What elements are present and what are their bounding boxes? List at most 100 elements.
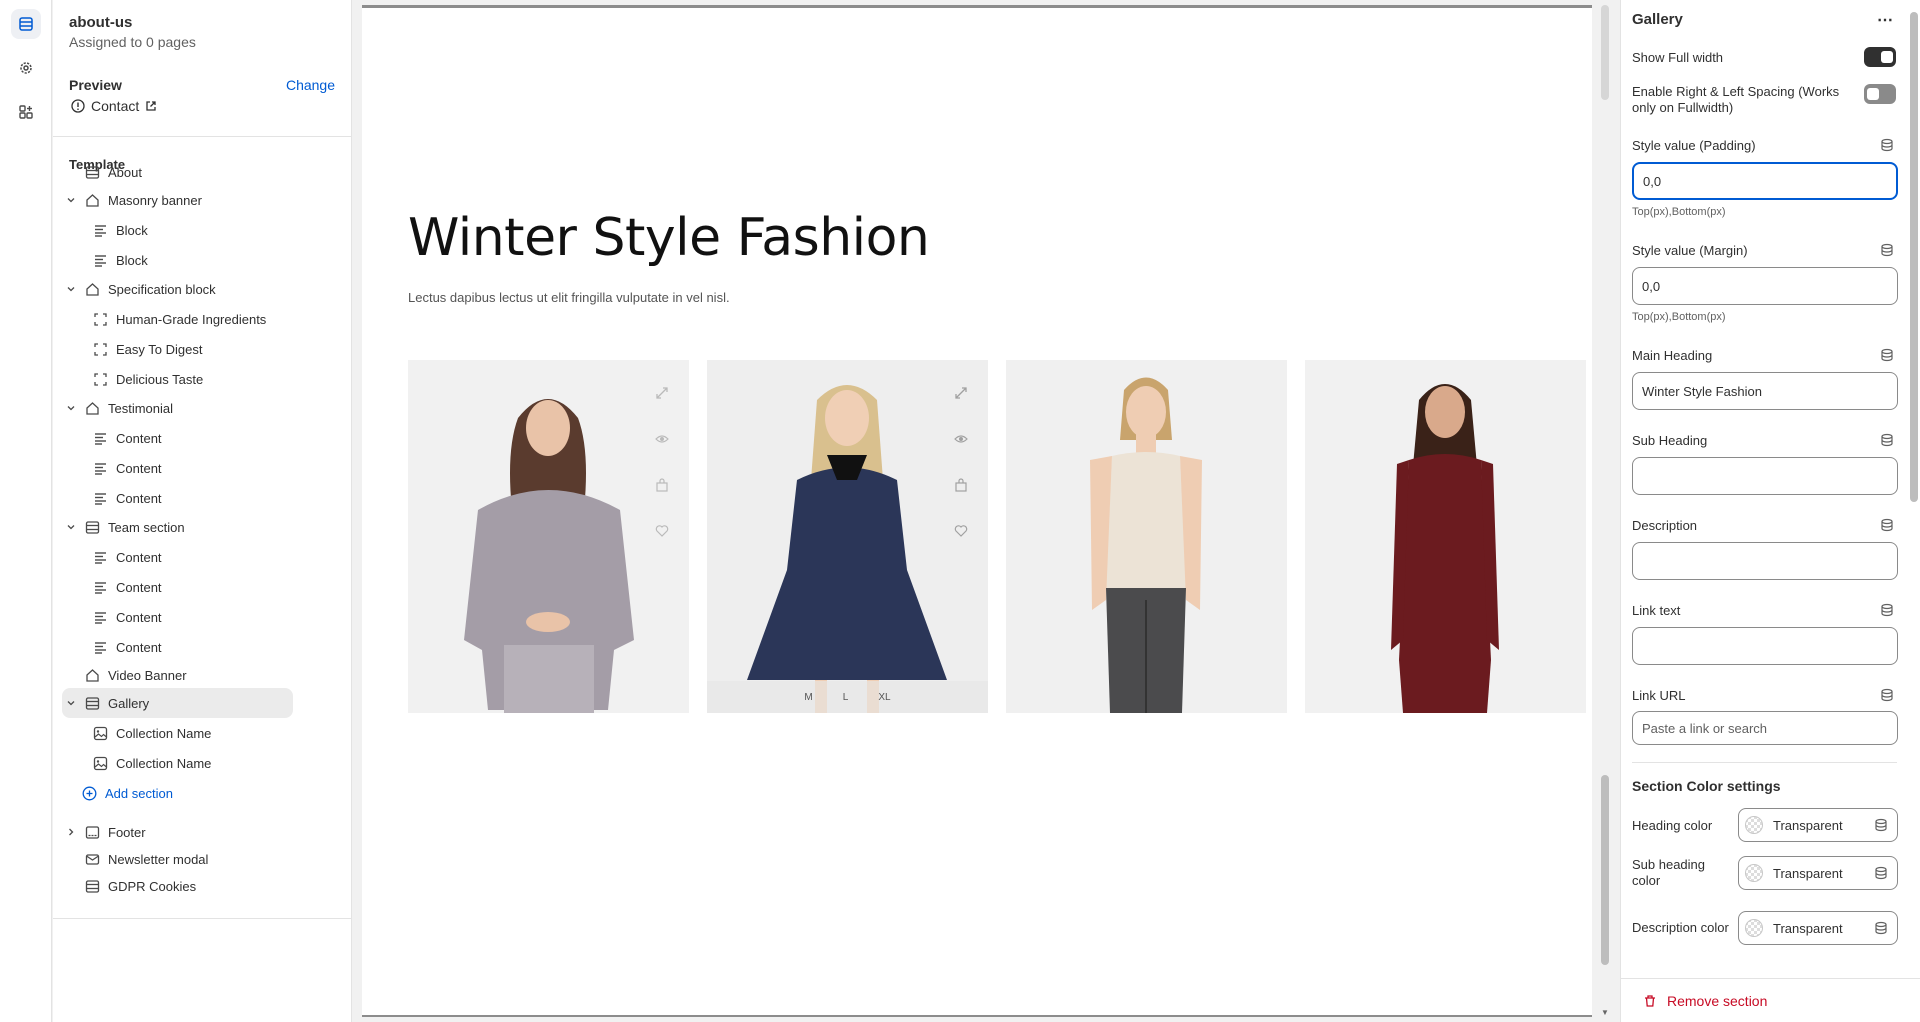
padding-input[interactable]: 0,0 [1632,162,1898,200]
tree-item-easy-to-digest[interactable]: Easy To Digest [90,334,293,364]
tree-item-content[interactable]: Content [90,542,293,572]
tree-item-block[interactable]: Block [90,245,293,275]
tree-item-specification-block[interactable]: Specification block [62,274,293,304]
product-card-1[interactable] [408,360,689,713]
padding-label: Style value (Padding) [1632,138,1756,153]
dynamic-source-icon[interactable] [1880,603,1894,617]
dynamic-source-icon[interactable] [1880,138,1894,152]
tree-item-collection-name[interactable]: Collection Name [90,748,293,778]
size-l[interactable]: L [843,692,849,703]
dynamic-source-icon[interactable] [1874,818,1888,835]
tree-item-content[interactable]: Content [90,423,293,453]
size-m[interactable]: M [804,692,812,703]
tree-item-team-section[interactable]: Team section [62,512,293,542]
compare-icon[interactable] [655,386,669,400]
tree-item-content[interactable]: Content [90,602,293,632]
image-icon [92,755,108,771]
chevron-down-icon[interactable] [64,403,78,413]
link-url-input[interactable]: Paste a link or search [1632,711,1898,745]
remove-section-button[interactable]: Remove section [1621,978,1920,1022]
image-icon [92,725,108,741]
color-swatch [1745,919,1763,937]
template-name: about-us [69,14,133,31]
preview-page[interactable]: Winter Style Fashion Lectus dapibus lect… [362,5,1592,1017]
tree-item-content[interactable]: Content [90,632,293,662]
main-heading-input[interactable]: Winter Style Fashion [1632,372,1898,410]
main-heading-label: Main Heading [1632,348,1713,363]
product-card-4[interactable] [1305,360,1586,713]
link-text-input[interactable] [1632,627,1898,665]
tree-item-testimonial[interactable]: Testimonial [62,393,293,423]
eye-icon[interactable] [655,432,669,446]
tree-item-video-banner[interactable]: Video Banner [62,660,293,690]
more-options-icon[interactable]: ⋯ [1877,10,1894,30]
dynamic-source-icon[interactable] [1880,688,1894,702]
tree-item-label: Block [116,222,148,238]
chevron-down-icon[interactable] [64,284,78,294]
tree-item-label: Testimonial [108,400,174,416]
bag-icon[interactable] [954,478,968,492]
tree-item-label: Delicious Taste [116,371,204,387]
sub-heading-color-picker[interactable]: Transparent [1738,856,1898,890]
preview-page-label: Contact [91,98,140,114]
add-section-button[interactable]: Add section [81,778,173,808]
tree-item-content[interactable]: Content [90,572,293,602]
dynamic-source-icon[interactable] [1880,243,1894,257]
dynamic-source-icon[interactable] [1880,518,1894,532]
eye-icon[interactable] [954,432,968,446]
chevron-down-icon[interactable] [64,195,78,205]
home-icon [84,192,100,208]
product-card-2[interactable]: M L XL [707,360,988,713]
apps-icon[interactable] [11,97,41,127]
gear-icon[interactable] [11,53,41,83]
dynamic-source-icon[interactable] [1874,866,1888,883]
description-input[interactable] [1632,542,1898,580]
bag-icon[interactable] [655,478,669,492]
margin-input[interactable]: 0,0 [1632,267,1898,305]
tree-item-footer[interactable]: Footer [62,817,146,847]
text-icon [92,639,108,655]
tree-item-about[interactable]: About [62,157,293,187]
settings-scrollbar[interactable] [1908,4,1918,944]
section-icon [84,878,100,894]
settings-panel: Gallery ⋯ Show Full width Enable Right &… [1620,0,1920,1022]
spacing-toggle[interactable] [1864,84,1896,104]
size-xl[interactable]: XL [878,692,890,703]
dynamic-source-icon[interactable] [1880,433,1894,447]
heading-color-picker[interactable]: Transparent [1738,808,1898,842]
text-icon [92,579,108,595]
description-color-label: Description color [1632,920,1729,935]
compare-icon[interactable] [954,386,968,400]
tree-item-masonry-banner[interactable]: Masonry banner [62,185,293,215]
tree-item-newsletter-modal[interactable]: Newsletter modal [62,844,208,874]
description-color-picker[interactable]: Transparent [1738,911,1898,945]
tree-item-block[interactable]: Block [90,215,293,245]
change-preview-button[interactable]: Change [286,77,335,93]
sections-icon[interactable] [11,9,41,39]
heart-icon[interactable] [655,524,669,538]
chevron-right-icon[interactable] [64,827,78,837]
section-icon [84,519,100,535]
heading-color-value: Transparent [1773,817,1843,833]
product-card-3[interactable] [1006,360,1287,713]
product-image-grey-knit [408,360,689,713]
dynamic-source-icon[interactable] [1880,348,1894,362]
chevron-down-icon[interactable] [64,522,78,532]
show-full-width-toggle[interactable] [1864,47,1896,67]
tree-item-label: Content [116,549,162,565]
preview-page-link[interactable]: Contact [71,98,157,114]
heart-icon[interactable] [954,524,968,538]
tree-item-content[interactable]: Content [90,453,293,483]
dynamic-source-icon[interactable] [1874,921,1888,938]
canvas-scrollbar[interactable]: ▲ ▼ [1598,5,1612,1017]
tree-item-gdpr-cookies[interactable]: GDPR Cookies [62,871,196,901]
tree-item-content[interactable]: Content [90,483,293,513]
sub-heading-input[interactable] [1632,457,1898,495]
text-icon [92,609,108,625]
tree-item-human-grade-ingredients[interactable]: Human-Grade Ingredients [90,304,293,334]
tree-item-gallery[interactable]: Gallery [62,688,293,718]
text-icon [92,252,108,268]
chevron-down-icon[interactable] [64,698,78,708]
tree-item-delicious-taste[interactable]: Delicious Taste [90,364,293,394]
tree-item-collection-name[interactable]: Collection Name [90,718,293,748]
